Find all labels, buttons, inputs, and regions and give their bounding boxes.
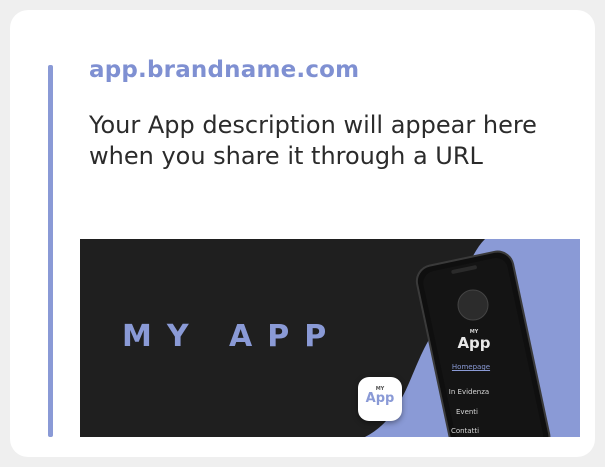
preview-domain[interactable]: app.brandname.com	[89, 57, 359, 83]
accent-bar	[48, 65, 53, 437]
app-icon: MY App	[358, 377, 402, 421]
phone-app-logo: MY App	[449, 329, 499, 351]
phone-menu-item-eventi: Eventi	[456, 408, 478, 416]
preview-description: Your App description will appear here wh…	[89, 111, 537, 170]
app-icon-name: App	[365, 391, 395, 406]
phone-menu-item-in-evidenza: In Evidenza	[448, 388, 490, 396]
phone-logo-name: App	[457, 334, 491, 352]
phone-menu-item-homepage: Homepage	[451, 363, 491, 371]
preview-image[interactable]: MY APP MY App MY App Homepage In Evidenz…	[80, 239, 580, 437]
preview-image-title: MY APP	[122, 319, 342, 354]
phone-menu-item-contatti: Contatti	[450, 427, 480, 435]
